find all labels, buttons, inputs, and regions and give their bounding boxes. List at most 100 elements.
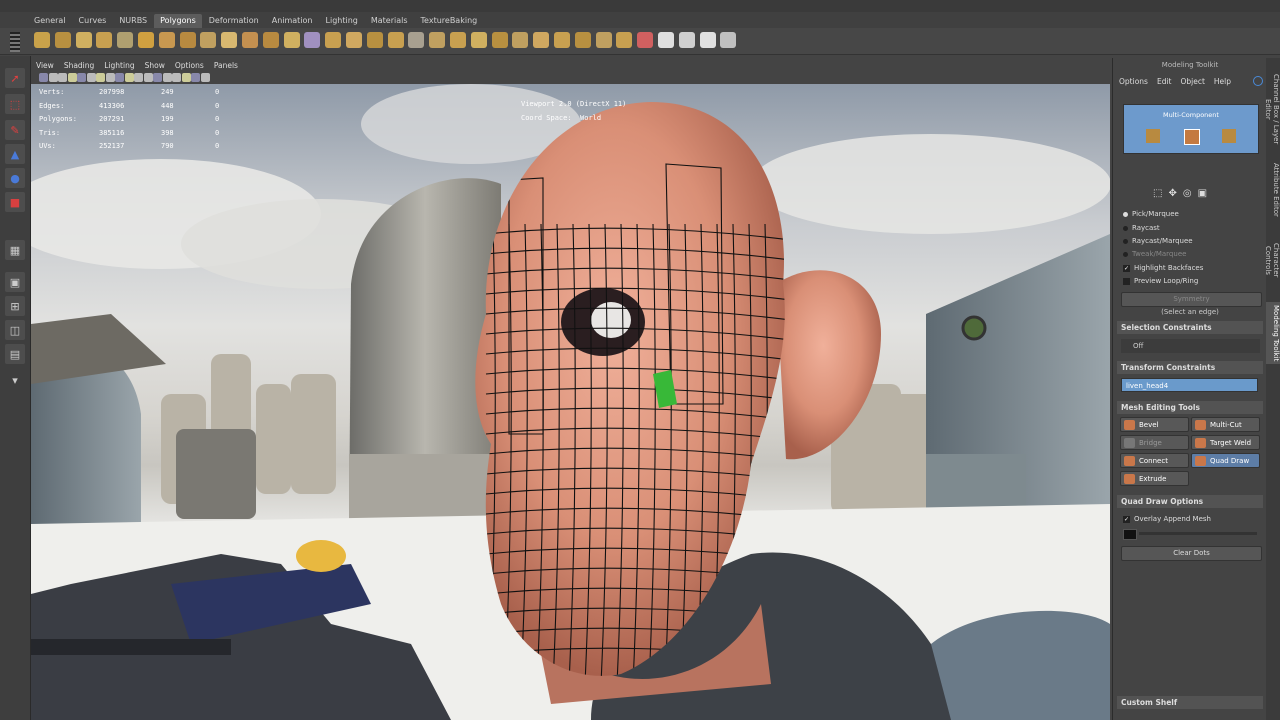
shelf-tool-icon[interactable] [346,32,362,48]
vertex-mode-icon[interactable] [1146,129,1160,143]
shelf-tool-icon[interactable] [75,32,92,48]
shelf-tab-general[interactable]: General [28,14,72,28]
toolkit-menu-edit[interactable]: Edit [1157,77,1172,86]
rotate-icon[interactable]: ◎ [1183,188,1198,199]
shelf-tool-icon[interactable] [34,32,50,48]
toolkit-menu-options[interactable]: Options [1119,77,1148,86]
viewport-tool-icon[interactable] [162,73,172,82]
toolkit-menu-help[interactable]: Help [1214,77,1231,86]
tab-channel-box[interactable]: Channel Box / Layer Editor [1264,64,1280,154]
shelf-tab-polygons[interactable]: Polygons [154,14,202,28]
rotate-tool-icon[interactable]: ● [5,168,25,188]
viewport-tool-icon[interactable] [124,73,134,82]
shelf-tool-icon[interactable] [512,32,529,48]
shelf-tool-icon[interactable] [262,32,279,48]
viewport-menu-panels[interactable]: Panels [209,61,243,70]
tab-modeling-toolkit[interactable]: Modeling Toolkit [1266,302,1280,364]
shelf-tab-lighting[interactable]: Lighting [320,14,364,28]
radio-raycast-marquee[interactable]: Raycast/Marquee [1123,237,1193,245]
symmetry-button[interactable]: Symmetry [1121,292,1262,307]
toolkit-menu-object[interactable]: Object [1180,77,1204,86]
move-tool-icon[interactable]: ▲ [5,144,25,164]
shelf-tool-icon[interactable] [595,32,612,48]
transform-constraints-header[interactable]: Transform Constraints [1117,361,1263,374]
tab-attribute-editor[interactable]: Attribute Editor [1266,162,1280,218]
tab-character-controls[interactable]: Character Controls [1264,228,1280,292]
edge-mode-icon[interactable] [1184,129,1200,145]
quad-draw-button[interactable]: Quad Draw [1191,453,1260,468]
lasso-tool-icon[interactable]: ⬚ [5,94,25,114]
live-surface-field[interactable]: liven_head4 [1121,378,1258,392]
viewport-tool-icon[interactable] [86,73,96,82]
two-pane-layout-icon[interactable]: ◫ [5,320,25,340]
shelf-tool-icon[interactable] [637,32,654,48]
marquee-icon[interactable]: ⬚ [1153,188,1168,199]
viewport-menu-show[interactable]: Show [140,61,170,70]
viewport-menu-lighting[interactable]: Lighting [99,61,139,70]
viewport-tool-icon[interactable] [172,73,181,82]
shelf-tool-icon[interactable] [158,32,175,48]
checkbox-preview-loop-ring[interactable]: Preview Loop/Ring [1123,277,1198,285]
viewport-tool-icon[interactable] [200,73,210,82]
shelf-tool-icon[interactable] [574,32,591,48]
radio-pick-marquee[interactable]: Pick/Marquee [1123,210,1179,218]
viewport-menu-shading[interactable]: Shading [59,61,99,70]
shelf-tool-icon[interactable] [242,32,258,48]
radio-tweak-marquee[interactable]: Tweak/Marquee [1123,250,1186,258]
shelf-tool-icon[interactable] [304,32,321,48]
shelf-tool-icon[interactable] [221,32,238,48]
paint-select-tool-icon[interactable]: ✎ [5,120,25,140]
shelf-tool-icon[interactable] [408,32,425,48]
select-tool-icon[interactable]: ➚ [5,68,25,88]
shelf-tool-icon[interactable] [616,32,633,48]
expand-icon[interactable]: ▾ [5,370,25,390]
shelf-tool-icon[interactable] [325,32,342,48]
color-swatch[interactable] [1123,529,1137,540]
shelf-tool-icon[interactable] [54,32,71,48]
connect-button[interactable]: Connect [1120,453,1189,468]
selection-constraint-dropdown[interactable]: Off [1121,339,1260,353]
move-icon[interactable]: ✥ [1168,188,1182,199]
power-icon[interactable] [1253,76,1263,86]
viewport-menu-options[interactable]: Options [170,61,209,70]
shelf-tool-icon[interactable] [283,32,300,48]
bevel-button[interactable]: Bevel [1120,417,1189,432]
mesh-editing-tools-header[interactable]: Mesh Editing Tools [1117,401,1263,414]
scale-tool-icon[interactable]: ■ [5,192,25,212]
shelf-tool-icon[interactable] [138,32,154,48]
shelf-tool-icon[interactable] [96,32,113,48]
target-weld-button[interactable]: Target Weld [1191,435,1260,450]
selection-constraints-header[interactable]: Selection Constraints [1117,321,1263,334]
shelf-tab-materials[interactable]: Materials [365,14,414,28]
viewport-tool-icon[interactable] [67,73,77,82]
viewport-tool-icon[interactable] [115,73,124,82]
shelf-tool-icon[interactable] [491,32,508,48]
viewport-tool-icon[interactable] [134,73,143,82]
single-pane-layout-icon[interactable]: ▣ [5,272,25,292]
opacity-slider[interactable] [1139,532,1257,535]
viewport-tool-icon[interactable] [191,73,200,82]
quad-draw-options-header[interactable]: Quad Draw Options [1117,495,1263,508]
shelf-tab-nurbs[interactable]: NURBS [113,14,153,28]
shelf-tool-icon[interactable] [366,32,383,48]
custom-shelf-header[interactable]: Custom Shelf [1117,696,1263,709]
shelf-tool-icon[interactable] [429,32,446,48]
bridge-button[interactable]: Bridge [1120,435,1189,450]
viewport-tool-icon[interactable] [105,73,115,82]
viewport-tool-icon[interactable] [96,73,105,82]
outliner-layout-icon[interactable]: ▤ [5,344,25,364]
shelf-tool-icon[interactable] [699,32,716,48]
checkbox-highlight-backfaces[interactable]: ✓ Highlight Backfaces [1123,264,1203,272]
multi-component-box[interactable]: Multi-Component [1123,104,1259,154]
clear-dots-button[interactable]: Clear Dots [1121,546,1262,561]
shelf-tool-icon[interactable] [117,32,134,48]
viewport-tool-icon[interactable] [153,73,162,82]
viewport-tool-icon[interactable] [77,73,86,82]
viewport-tool-icon[interactable] [143,73,153,82]
viewport-tool-icon[interactable] [48,73,58,82]
shelf-tab-curves[interactable]: Curves [73,14,113,28]
shelf-tool-icon[interactable] [678,32,695,48]
shelf-tool-icon[interactable] [554,32,570,48]
3d-viewport[interactable]: Verts: 207998 249 0 Edges: 413306 448 0 Polygons… [31,84,1110,720]
selection-tool-icons[interactable]: ⬚✥◎▣ [1153,188,1213,199]
